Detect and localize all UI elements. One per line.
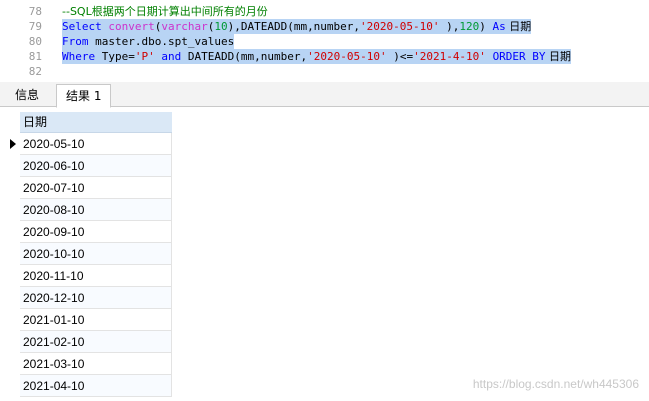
keyword-from: From [62,35,89,48]
table-row[interactable]: 2021-03-10 [20,353,172,375]
table-row[interactable]: 2020-06-10 [20,155,172,177]
watermark: https://blog.csdn.net/wh445306 [472,377,639,391]
current-row-indicator-icon [10,139,16,149]
code-text: ),DATEADD(mm,number, [227,20,361,33]
column-header-date[interactable]: 日期 [20,112,172,133]
number-literal: 120 [459,20,480,33]
sql-where-clause: Where Type='P' and DATEADD(mm,number,'20… [62,49,572,64]
line-number: 82 [28,65,42,78]
code-text: )<= [386,50,414,63]
sql-editor[interactable]: 78 --SQL根据两个日期计算出中间所有的月份 79 Select conve… [0,0,649,82]
table-row[interactable]: 2020-09-10 [20,221,172,243]
alias-text: 日期 [545,50,572,63]
table-row[interactable]: 2020-07-10 [20,177,172,199]
table-row[interactable]: 2021-04-10 [20,375,172,397]
string-literal: 'P' [134,50,155,63]
table-row[interactable]: 2020-08-10 [20,199,172,221]
result-tabbar: 信息 结果 1 [0,82,649,108]
string-literal: '2021-4-10' [413,50,486,63]
code-text: master.dbo.spt_values [88,35,235,48]
keyword-order-by: ORDER BY [492,50,546,63]
editor-line-79: 79 Select convert(varchar(10),DATEADD(mm… [0,19,649,34]
string-literal: '2020-05-10' [307,50,387,63]
keyword-and: and [161,50,182,63]
alias-text: 日期 [505,20,532,33]
table-row[interactable]: 2020-12-10 [20,287,172,309]
editor-line-80: 80 From master.dbo.spt_values [0,34,649,49]
table-row[interactable]: 2021-02-10 [20,331,172,353]
editor-line-82: 82 [0,64,649,79]
sql-select-statement: Select convert(varchar(10),DATEADD(mm,nu… [62,19,532,34]
number-literal: 10 [214,20,228,33]
keyword-where: Where [62,50,96,63]
code-text: ), [439,20,460,33]
editor-line-81: 81 Where Type='P' and DATEADD(mm,number,… [0,49,649,64]
type-varchar: varchar [161,20,208,33]
editor-line-78: 78 --SQL根据两个日期计算出中间所有的月份 [0,4,649,19]
code-text: DATEADD(mm,number, [181,50,308,63]
line-number: 81 [28,50,42,63]
sql-from-clause: From master.dbo.spt_values [62,34,235,49]
keyword-select: Select [62,20,102,33]
line-number: 79 [28,20,42,33]
function-convert: convert [101,20,155,33]
keyword-as: As [492,20,506,33]
line-number: 80 [28,35,42,48]
table-row[interactable]: 2021-01-10 [20,309,172,331]
table-row[interactable]: 2020-05-10 [20,133,172,155]
table-row[interactable]: 2020-10-10 [20,243,172,265]
sql-comment: --SQL根据两个日期计算出中间所有的月份 [62,5,268,18]
tab-info[interactable]: 信息 [6,84,48,107]
tab-result-1[interactable]: 结果 1 [56,84,112,108]
line-number: 78 [28,5,42,18]
code-text: ) [479,20,493,33]
table-row[interactable]: 2020-11-10 [20,265,172,287]
string-literal: '2020-05-10' [360,20,440,33]
code-text: Type= [95,50,135,63]
